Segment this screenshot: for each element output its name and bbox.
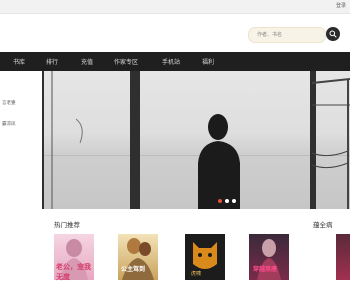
book-title: 虎啸 <box>191 271 202 277</box>
side-panel: 言老婆 霸凉凤 <box>0 71 42 209</box>
book-title: 老公，宠我无度 <box>56 264 91 281</box>
side-link[interactable]: 言老婆 <box>2 100 16 106</box>
top-bar: 登录 <box>0 0 350 14</box>
side-link[interactable]: 霸凉凤 <box>2 121 16 127</box>
nav-item-recharge[interactable]: 充值 <box>81 57 93 66</box>
nav-item-author-zone[interactable]: 作家专区 <box>114 57 138 66</box>
search-button[interactable] <box>326 27 340 41</box>
banner-image <box>51 71 350 209</box>
book-cover[interactable] <box>336 234 350 280</box>
carousel-dot-active[interactable] <box>218 199 222 203</box>
main-nav: 书库 排行 充值 作家专区 手机站 福利 <box>0 52 350 71</box>
complete-section-title: 蕴全病 <box>313 222 333 229</box>
book-cover[interactable]: 穿越原唐 <box>249 234 289 280</box>
login-link[interactable]: 登录 <box>336 2 346 9</box>
book-cover[interactable]: 公主驾到 <box>118 234 158 280</box>
nav-item-ranking[interactable]: 排行 <box>46 57 58 66</box>
banner-carousel[interactable] <box>42 71 350 209</box>
book-title: 公主驾到 <box>121 267 146 273</box>
nav-item-mobile-site[interactable]: 手机站 <box>162 57 180 66</box>
search-icon <box>329 30 337 38</box>
book-cover[interactable]: 虎啸 <box>185 234 225 280</box>
carousel-dot[interactable] <box>225 199 229 203</box>
carousel-dot[interactable] <box>232 199 236 203</box>
book-cover-art <box>257 239 281 280</box>
book-title: 穿越原唐 <box>253 267 278 273</box>
nav-item-benefits[interactable]: 福利 <box>202 57 214 66</box>
search-box[interactable]: 作者、书名 <box>248 27 326 43</box>
book-cover-art <box>122 238 154 280</box>
hot-section-title: 热门推荐 <box>54 222 80 229</box>
search-input[interactable]: 作者、书名 <box>257 31 282 38</box>
nav-item-library[interactable]: 书库 <box>13 57 25 66</box>
book-cover[interactable]: 老公，宠我无度 <box>54 234 94 281</box>
